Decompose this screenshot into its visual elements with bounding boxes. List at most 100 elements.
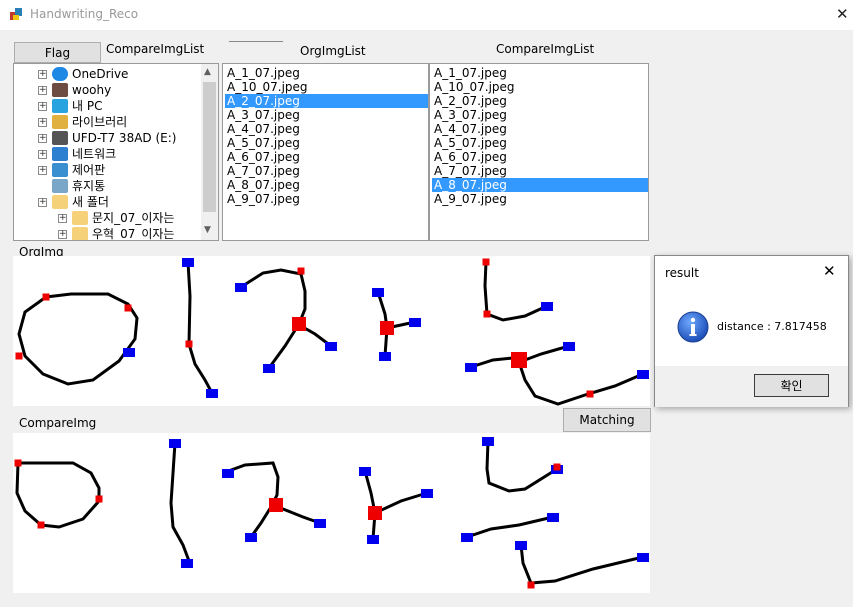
expand-icon[interactable]: + bbox=[58, 230, 67, 239]
cmp-stroke bbox=[15, 461, 101, 529]
org-stroke bbox=[17, 292, 139, 386]
org-endpoint-marker bbox=[372, 288, 384, 297]
tree-item-label: 제어판 bbox=[72, 163, 106, 177]
window-title: Handwriting_Reco bbox=[30, 7, 139, 21]
cmp-endpoint-marker bbox=[461, 533, 473, 542]
org-list-header-box bbox=[229, 41, 283, 44]
dialog-close-icon[interactable]: ✕ bbox=[823, 262, 836, 280]
tree-scrollbar[interactable]: ▲ ▼ bbox=[201, 64, 218, 240]
list-item[interactable]: A_8_07.jpeg bbox=[432, 178, 648, 192]
tree-item-label: UFD-T7 38AD (E:) bbox=[72, 131, 177, 145]
scroll-up-icon[interactable]: ▲ bbox=[204, 67, 211, 77]
org-junction-marker bbox=[42, 293, 50, 301]
folder-tree[interactable]: + OneDrive + woohy + 내 PC + 라이브러리 + UFD-T7 38AD (… bbox=[13, 63, 219, 241]
cmp-endpoint-marker bbox=[421, 489, 433, 498]
org-endpoint-marker bbox=[379, 352, 391, 361]
cmp-endpoint-marker bbox=[181, 559, 193, 568]
expand-icon[interactable]: + bbox=[38, 150, 47, 159]
expand-icon[interactable]: + bbox=[38, 86, 47, 95]
tree-item-label: 네트워크 bbox=[72, 147, 117, 161]
cmp-junction-marker bbox=[553, 463, 561, 471]
list-item[interactable]: A_4_07.jpeg bbox=[225, 122, 300, 136]
cmp-stroke bbox=[519, 544, 644, 585]
expand-icon[interactable]: + bbox=[38, 118, 47, 127]
list-item[interactable]: A_5_07.jpeg bbox=[225, 136, 300, 150]
compare-img-list-label-right: CompareImgList bbox=[496, 42, 595, 56]
list-item[interactable]: A_2_07.jpeg bbox=[432, 94, 507, 108]
list-item[interactable]: A_2_07.jpeg bbox=[225, 94, 428, 108]
title-bar: Handwriting_Reco ✕ bbox=[0, 0, 853, 30]
folder-icon bbox=[52, 195, 68, 209]
cmp-junction-marker bbox=[14, 459, 22, 467]
list-item[interactable]: A_1_07.jpeg bbox=[432, 66, 507, 80]
window-close-icon[interactable]: ✕ bbox=[836, 5, 849, 23]
compare-img-title: CompareImg bbox=[19, 416, 97, 430]
org-img-list-label: OrgImgList bbox=[300, 44, 366, 58]
list-item[interactable]: A_5_07.jpeg bbox=[432, 136, 507, 150]
list-item[interactable]: A_1_07.jpeg bbox=[225, 66, 300, 80]
folder-icon bbox=[72, 227, 88, 240]
list-item[interactable]: A_9_07.jpeg bbox=[432, 192, 507, 206]
list-item[interactable]: A_10_07.jpeg bbox=[225, 80, 308, 94]
org-junction-marker bbox=[292, 317, 306, 331]
org-img-title: OrgImg bbox=[19, 245, 64, 256]
list-item[interactable]: A_7_07.jpeg bbox=[432, 164, 507, 178]
cmp-endpoint-marker bbox=[515, 541, 527, 550]
expand-icon[interactable]: + bbox=[38, 198, 47, 207]
org-junction-marker bbox=[124, 304, 132, 312]
org-stroke bbox=[483, 261, 548, 322]
expand-icon[interactable]: + bbox=[58, 214, 67, 223]
list-item[interactable]: A_9_07.jpeg bbox=[225, 192, 300, 206]
matching-button[interactable]: Matching bbox=[563, 408, 651, 432]
cmp-stroke bbox=[169, 442, 191, 562]
cmp-stroke bbox=[485, 440, 558, 493]
flag-button[interactable]: Flag bbox=[14, 42, 101, 63]
org-junction-marker bbox=[586, 390, 594, 398]
cmp-endpoint-marker bbox=[547, 513, 559, 522]
org-endpoint-marker bbox=[409, 318, 421, 327]
user-icon bbox=[52, 83, 68, 97]
cmp-junction-marker bbox=[37, 521, 45, 529]
org-junction-marker bbox=[511, 352, 527, 368]
expand-icon[interactable]: + bbox=[38, 102, 47, 111]
ok-button[interactable]: 확인 bbox=[754, 374, 829, 397]
list-item[interactable]: A_10_07.jpeg bbox=[432, 80, 515, 94]
org-img-list[interactable]: A_1_07.jpeg A_10_07.jpeg A_2_07.jpeg A_3_07… bbox=[222, 63, 429, 241]
expand-icon[interactable]: + bbox=[38, 166, 47, 175]
org-handwriting-drawing bbox=[15, 258, 649, 406]
compare-img-list[interactable]: A_1_07.jpeg A_10_07.jpeg A_2_07.jpeg A_3_07… bbox=[429, 63, 649, 241]
scroll-down-icon[interactable]: ▼ bbox=[204, 225, 211, 235]
list-item[interactable]: A_7_07.jpeg bbox=[225, 164, 300, 178]
cmp-stroke bbox=[466, 515, 554, 539]
list-item[interactable]: A_6_07.jpeg bbox=[225, 150, 300, 164]
cmp-endpoint-marker bbox=[314, 519, 326, 528]
info-icon bbox=[677, 311, 709, 343]
org-endpoint-marker bbox=[325, 342, 337, 351]
org-endpoint-marker bbox=[182, 258, 194, 267]
list-item[interactable]: A_3_07.jpeg bbox=[432, 108, 507, 122]
cmp-endpoint-marker bbox=[169, 439, 181, 448]
dialog-footer: 확인 bbox=[655, 366, 848, 407]
expand-icon[interactable]: + bbox=[38, 70, 47, 79]
org-stroke bbox=[517, 361, 644, 406]
tree-item-label: 휴지통 bbox=[72, 179, 106, 193]
cmp-endpoint-marker bbox=[222, 469, 234, 478]
library-icon bbox=[52, 115, 68, 129]
list-item[interactable]: A_8_07.jpeg bbox=[225, 178, 300, 192]
org-endpoint-marker bbox=[123, 348, 135, 357]
org-endpoint-marker bbox=[206, 389, 218, 398]
expand-icon[interactable]: + bbox=[38, 134, 47, 143]
tree-item-label: 새 폴더 bbox=[72, 195, 109, 209]
tree-item-label: 문지_07_이자는 bbox=[92, 211, 175, 225]
usb-drive-icon bbox=[52, 131, 68, 145]
list-item[interactable]: A_4_07.jpeg bbox=[432, 122, 507, 136]
list-item[interactable]: A_6_07.jpeg bbox=[432, 150, 507, 164]
result-dialog: result ✕ distance : 7.817458 확인 bbox=[654, 255, 849, 407]
list-item[interactable]: A_3_07.jpeg bbox=[225, 108, 300, 122]
tree-item-label: OneDrive bbox=[72, 67, 129, 81]
scroll-thumb[interactable] bbox=[203, 82, 216, 212]
cmp-stroke bbox=[363, 470, 377, 540]
org-endpoint-marker bbox=[465, 363, 477, 372]
org-endpoint-marker bbox=[563, 342, 575, 351]
org-img-canvas bbox=[13, 256, 650, 406]
